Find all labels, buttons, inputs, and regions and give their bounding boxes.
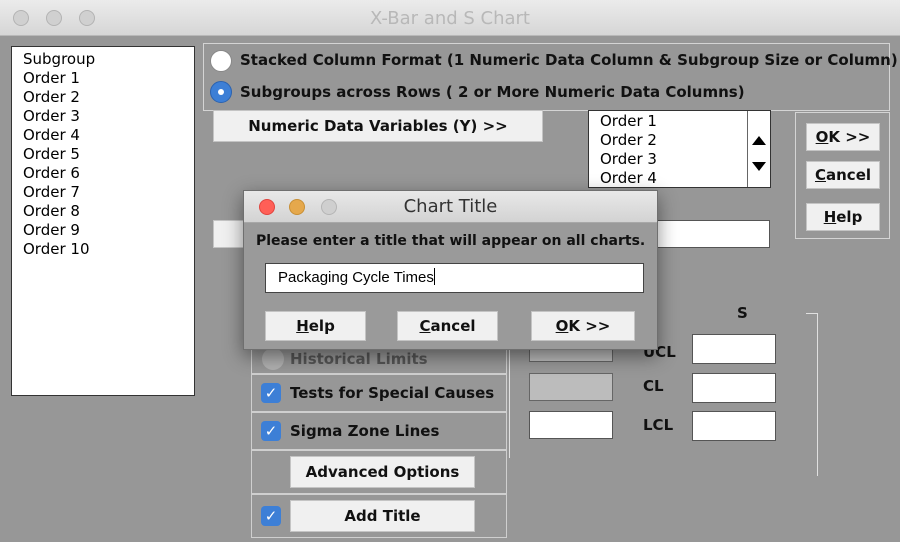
- variable-item[interactable]: Order 9: [12, 221, 194, 240]
- selected-variable-item[interactable]: Order 2: [589, 131, 770, 150]
- historical-limits-radio[interactable]: [262, 348, 284, 370]
- subgroup-size-field[interactable]: [653, 220, 770, 248]
- variable-item[interactable]: Order 4: [12, 126, 194, 145]
- limits-divider: [509, 338, 510, 458]
- sigma-checkbox[interactable]: ✓: [261, 421, 281, 441]
- stacked-format-radio[interactable]: [210, 50, 232, 72]
- selected-variable-item[interactable]: Order 3: [589, 150, 770, 169]
- cancel-button[interactable]: Cancel: [806, 161, 880, 189]
- scroll-up-icon[interactable]: [752, 136, 766, 145]
- s-cl-field[interactable]: [692, 373, 776, 403]
- selected-variables-listbox[interactable]: Order 1 Order 2 Order 3 Order 4: [588, 110, 771, 188]
- cl-label: CL: [643, 377, 664, 395]
- historical-limits-label: Historical Limits: [290, 350, 428, 368]
- variable-item[interactable]: Order 3: [12, 107, 194, 126]
- chart-title-input[interactable]: Packaging Cycle Times: [265, 263, 644, 293]
- s-column-header: S: [737, 304, 748, 322]
- variable-item[interactable]: Order 1: [12, 69, 194, 88]
- historical-lcl-field[interactable]: [529, 411, 613, 439]
- help-button[interactable]: Help: [806, 203, 880, 231]
- selected-variable-item[interactable]: Order 1: [589, 112, 770, 131]
- bracket-side: [817, 313, 818, 476]
- stacked-format-label: Stacked Column Format (1 Numeric Data Co…: [240, 51, 898, 69]
- historical-cl-field[interactable]: [529, 373, 613, 401]
- dialog-ok-button[interactable]: OK >>: [531, 311, 635, 341]
- s-ucl-field[interactable]: [692, 334, 776, 364]
- text-caret: [433, 268, 435, 285]
- tests-label: Tests for Special Causes: [290, 384, 495, 402]
- advanced-options-button[interactable]: Advanced Options: [290, 456, 475, 488]
- variable-item[interactable]: Order 6: [12, 164, 194, 183]
- variable-item[interactable]: Order 2: [12, 88, 194, 107]
- selected-list-scrollbar[interactable]: [747, 111, 769, 187]
- dialog-cancel-button[interactable]: Cancel: [397, 311, 498, 341]
- lcl-label: LCL: [643, 416, 674, 434]
- add-title-checkbox[interactable]: ✓: [261, 506, 281, 526]
- dialog-titlebar: Chart Title: [244, 191, 657, 223]
- window-titlebar: X-Bar and S Chart: [0, 0, 900, 36]
- variable-item[interactable]: Order 7: [12, 183, 194, 202]
- add-title-button[interactable]: Add Title: [290, 500, 475, 532]
- variables-listbox[interactable]: Subgroup Order 1 Order 2 Order 3 Order 4…: [11, 46, 195, 396]
- tests-checkbox[interactable]: ✓: [261, 383, 281, 403]
- tests-row: ✓ Tests for Special Causes: [251, 374, 507, 412]
- chart-title-dialog: Chart Title Please enter a title that wi…: [243, 190, 658, 350]
- selected-variable-item[interactable]: Order 4: [589, 169, 770, 188]
- s-lcl-field[interactable]: [692, 411, 776, 441]
- across-rows-radio[interactable]: [210, 81, 232, 103]
- window-title: X-Bar and S Chart: [370, 8, 530, 29]
- chart-title-input-value: Packaging Cycle Times: [278, 269, 434, 286]
- dialog-help-button[interactable]: Help: [265, 311, 366, 341]
- dialog-prompt: Please enter a title that will appear on…: [256, 233, 646, 249]
- ok-button[interactable]: OK >>: [806, 123, 880, 151]
- variable-item[interactable]: Subgroup: [12, 50, 194, 69]
- scroll-down-icon[interactable]: [752, 162, 766, 171]
- numeric-data-variables-button[interactable]: Numeric Data Variables (Y) >>: [213, 110, 543, 142]
- dialog-title: Chart Title: [403, 196, 498, 217]
- variable-item[interactable]: Order 5: [12, 145, 194, 164]
- across-rows-label: Subgroups across Rows ( 2 or More Numeri…: [240, 83, 745, 101]
- variable-item[interactable]: Order 10: [12, 240, 194, 259]
- sigma-row: ✓ Sigma Zone Lines: [251, 412, 507, 450]
- sigma-label: Sigma Zone Lines: [290, 422, 440, 440]
- variable-item[interactable]: Order 8: [12, 202, 194, 221]
